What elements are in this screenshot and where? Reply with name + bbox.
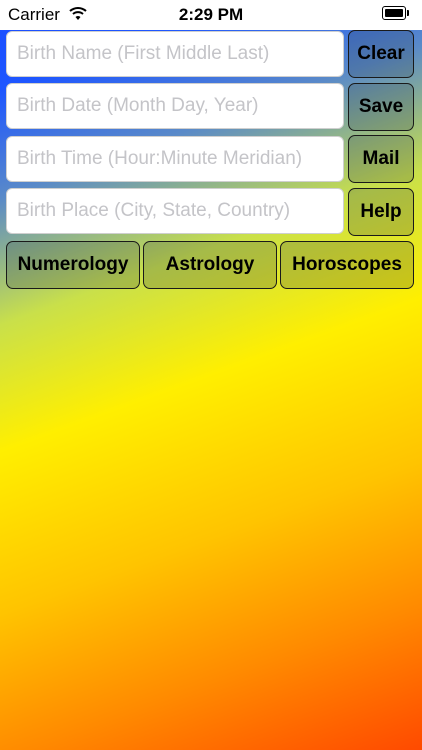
horoscopes-button[interactable]: Horoscopes <box>280 241 414 289</box>
astrology-button[interactable]: Astrology <box>143 241 277 289</box>
birth-date-input[interactable] <box>6 83 344 129</box>
clear-button[interactable]: Clear <box>348 30 414 78</box>
status-time: 2:29 PM <box>178 5 244 24</box>
mail-button[interactable]: Mail <box>348 135 414 183</box>
birth-name-input[interactable] <box>6 31 344 77</box>
help-button[interactable]: Help <box>348 188 414 236</box>
save-button[interactable]: Save <box>348 83 414 131</box>
birth-place-input[interactable] <box>6 188 344 234</box>
battery-icon <box>382 6 412 22</box>
birth-time-input[interactable] <box>6 136 344 182</box>
status-bar: Carrier 2:29 PM <box>0 0 422 30</box>
numerology-button[interactable]: Numerology <box>6 241 140 289</box>
